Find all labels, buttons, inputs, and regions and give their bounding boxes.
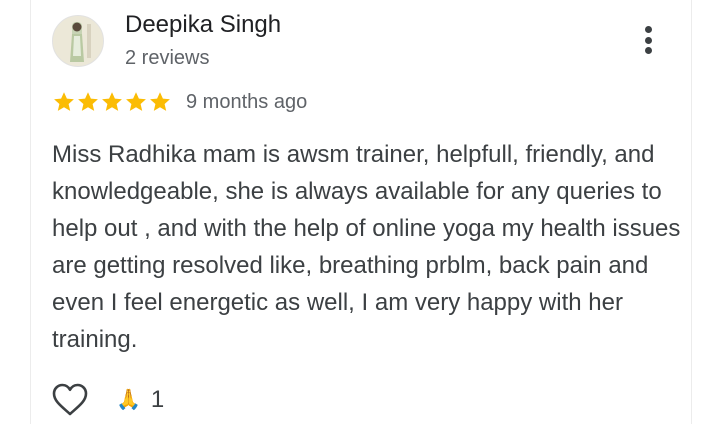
author-name[interactable]: Deepika Singh [125, 10, 281, 40]
author-review-count[interactable]: 2 reviews [125, 45, 209, 71]
star-rating [52, 90, 172, 114]
more-vert-icon-dot [644, 47, 652, 54]
review-time: 9 months ago [186, 91, 308, 113]
review-actions: 🙏 1 [52, 380, 164, 420]
star-icon [124, 90, 148, 114]
star-icon [148, 90, 172, 114]
reaction-count: 1 [150, 386, 165, 413]
review-text: Miss Radhika mam is awsm trainer, helpfu… [52, 141, 681, 353]
review-page: Deepika Singh 2 reviews 9 months ago Mis… [0, 0, 720, 424]
more-options-button[interactable] [634, 22, 662, 58]
reaction-button[interactable]: 🙏 1 [116, 386, 164, 414]
like-button[interactable] [52, 382, 88, 418]
more-vert-icon-dot [644, 36, 652, 44]
more-vert-icon-dot [644, 26, 652, 33]
heart-outline-icon [52, 383, 88, 416]
star-icon [76, 90, 100, 114]
rating-row: 9 months ago [52, 88, 307, 116]
star-icon [52, 90, 76, 114]
avatar-photo [53, 16, 103, 66]
folded-hands-icon: 🙏 [116, 389, 141, 411]
author-avatar[interactable] [52, 15, 104, 67]
star-icon [100, 90, 124, 114]
